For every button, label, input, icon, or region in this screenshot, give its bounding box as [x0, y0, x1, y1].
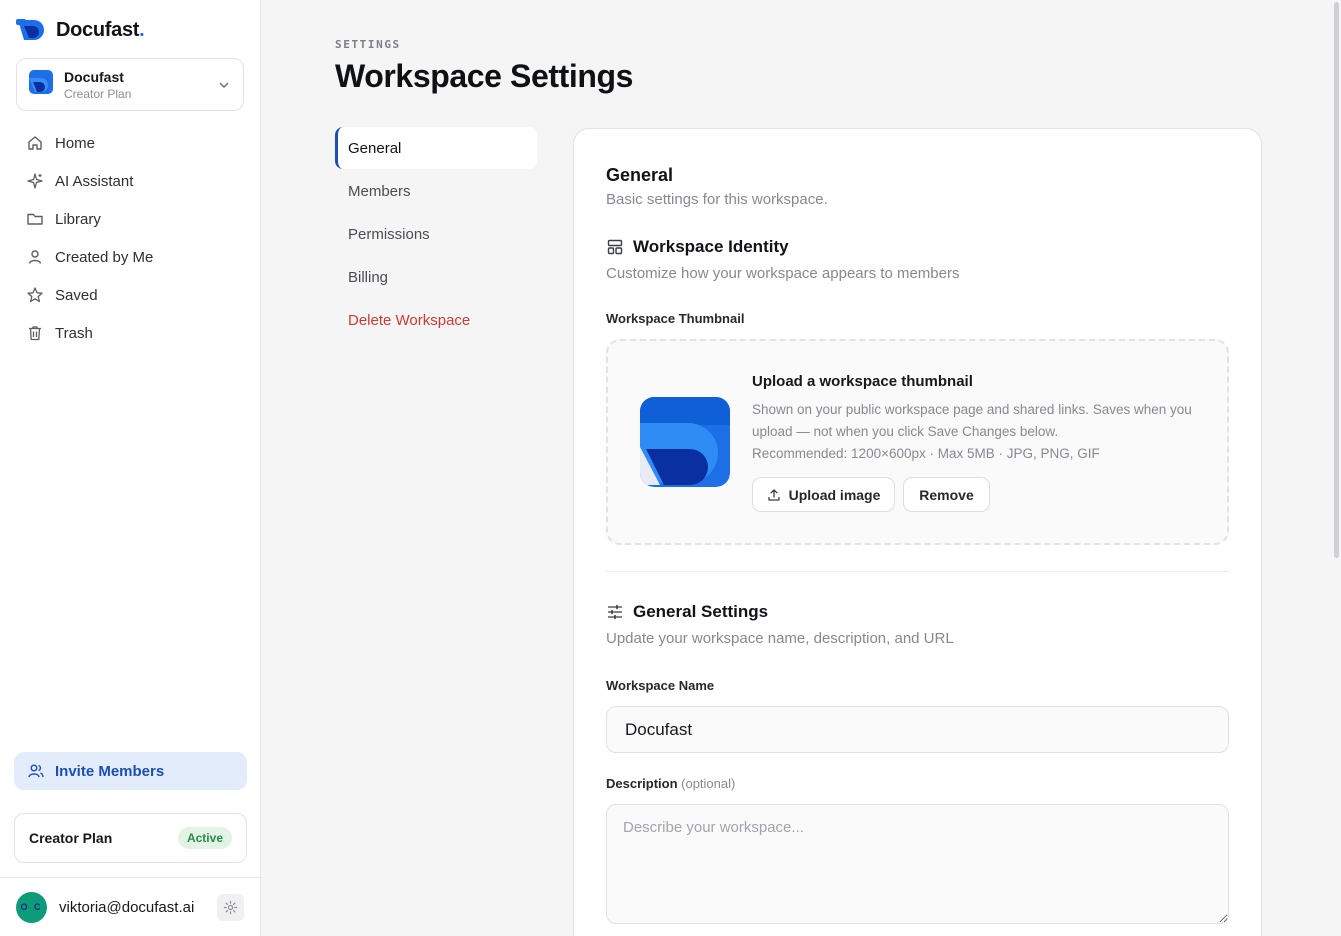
section-subtitle: Basic settings for this workspace. [606, 191, 828, 208]
sidebar: Docufast. Docufast Creator Plan Home AI … [0, 0, 261, 936]
user-icon [28, 250, 42, 264]
layout-icon [607, 239, 623, 255]
general-settings-heading: General Settings [606, 602, 768, 622]
gear-icon [223, 900, 238, 914]
user-email: viktoria@docufast.ai [59, 898, 195, 916]
nav-item-created-by-me[interactable]: Created by Me [14, 238, 246, 276]
nav-item-label: Saved [55, 286, 98, 304]
invite-members-label: Invite Members [55, 762, 165, 780]
general-settings-card: General Basic settings for this workspac… [573, 128, 1262, 936]
workspace-logo-icon [29, 70, 53, 99]
sparkle-icon [27, 173, 43, 189]
nav-item-label: Library [55, 210, 101, 228]
upload-image-button[interactable]: Upload image [752, 477, 895, 512]
users-icon [28, 764, 44, 778]
folder-icon [27, 213, 43, 225]
trash-icon [29, 326, 41, 341]
nav-item-home[interactable]: Home [14, 124, 246, 162]
tab-permissions[interactable]: Permissions [335, 213, 537, 255]
general-settings-subtitle: Update your workspace name, description,… [606, 630, 954, 647]
upload-title: Upload a workspace thumbnail [752, 373, 973, 390]
description-label: Description (optional) [606, 776, 736, 791]
scrollbar-thumb[interactable] [1334, 2, 1339, 558]
section-divider [606, 571, 1229, 572]
nav-item-label: Trash [55, 324, 93, 342]
brand[interactable]: Docufast. [16, 16, 145, 45]
remove-image-button[interactable]: Remove [903, 477, 990, 512]
section-title: General [606, 165, 674, 185]
avatar[interactable]: O C [16, 891, 47, 923]
page-title: Workspace Settings [335, 58, 634, 94]
tab-billing[interactable]: Billing [335, 256, 537, 298]
nav-item-saved[interactable]: Saved [14, 276, 246, 314]
nav-item-trash[interactable]: Trash [14, 314, 246, 352]
invite-members-button[interactable]: Invite Members [14, 752, 247, 790]
status-badge: Active [177, 827, 232, 849]
upload-description: Shown on your public workspace page and … [752, 402, 1192, 461]
workspace-name-input[interactable] [606, 706, 1229, 753]
tab-delete-workspace[interactable]: Delete Workspace [335, 299, 537, 341]
nav-item-library[interactable]: Library [14, 200, 246, 238]
main-nav: Home AI Assistant Library Created by Me … [14, 124, 246, 352]
docufast-logo-icon [16, 16, 48, 45]
workspace-thumbnail [640, 397, 730, 487]
sliders-icon [608, 604, 622, 620]
tab-members[interactable]: Members [335, 170, 537, 212]
plan-name: Creator Plan [29, 830, 113, 846]
thumbnail-label: Workspace Thumbnail [606, 311, 745, 326]
settings-button[interactable] [217, 893, 244, 921]
star-icon [27, 287, 43, 303]
workspace-name: Docufast [64, 68, 124, 85]
workspace-identity-subtitle: Customize how your workspace appears to … [606, 265, 960, 282]
upload-icon [767, 488, 780, 501]
nav-item-label: AI Assistant [55, 172, 134, 190]
tab-general[interactable]: General [335, 127, 537, 169]
brand-name: Docufast. [56, 19, 145, 41]
workspace-name-label: Workspace Name [606, 678, 715, 693]
nav-item-label: Home [55, 134, 96, 152]
description-textarea[interactable] [606, 804, 1229, 924]
page-scrollbar[interactable] [1333, 0, 1341, 936]
page-eyebrow: SETTINGS [335, 38, 401, 51]
nav-item-label: Created by Me [55, 248, 154, 266]
user-row: O C viktoria@docufast.ai [0, 877, 260, 936]
nav-item-ai-assistant[interactable]: AI Assistant [14, 162, 246, 200]
plan-card[interactable]: Creator Plan Active [14, 813, 247, 863]
workspace-identity-heading: Workspace Identity [606, 237, 789, 257]
thumbnail-dropzone[interactable]: Upload a workspace thumbnail Shown on yo… [606, 339, 1229, 545]
settings-subnav: General Members Permissions Billing Dele… [335, 127, 537, 342]
workspace-switcher[interactable]: Docufast Creator Plan [16, 58, 244, 111]
home-icon [28, 136, 42, 150]
chevron-down-icon [219, 82, 229, 88]
workspace-plan: Creator Plan [64, 86, 132, 101]
